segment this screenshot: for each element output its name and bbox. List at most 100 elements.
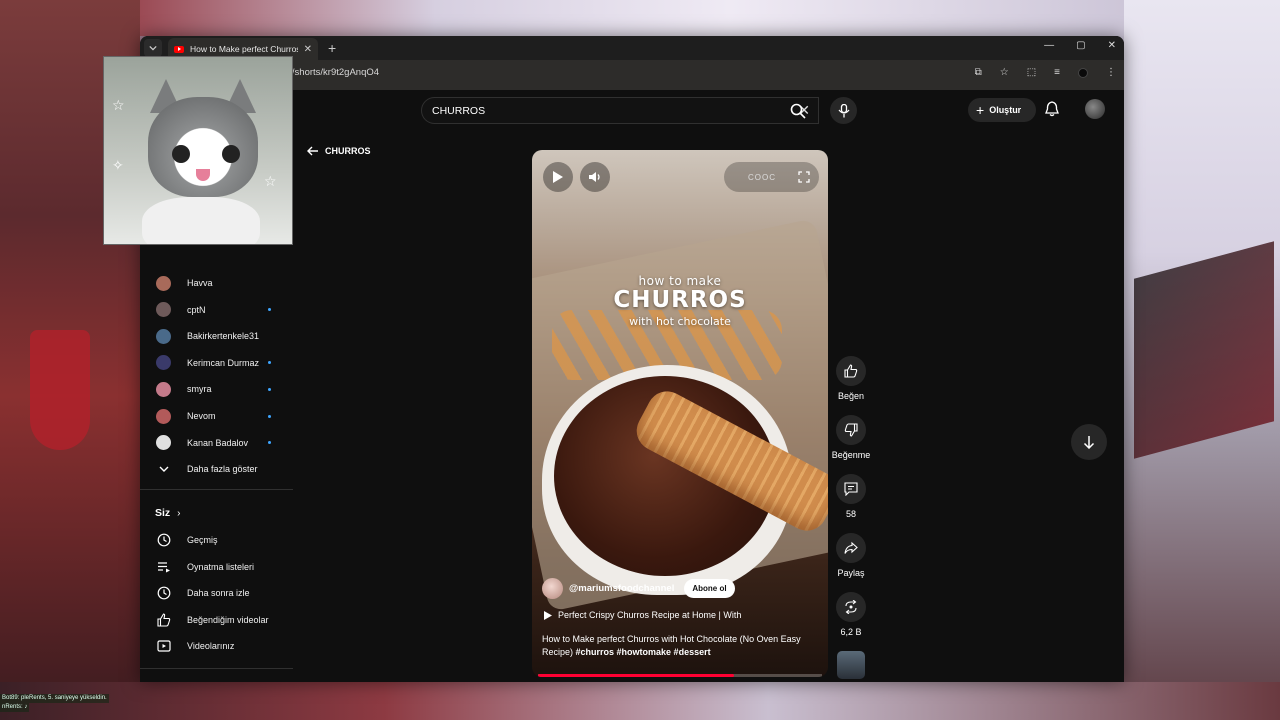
tab-search-button[interactable] bbox=[144, 39, 162, 57]
dislike-button[interactable] bbox=[836, 415, 866, 445]
desktop-wallpaper-bottom bbox=[0, 682, 1280, 720]
fullscreen-icon[interactable] bbox=[798, 171, 810, 183]
create-label: Oluştur bbox=[989, 105, 1022, 115]
sidebar-divider bbox=[140, 668, 293, 669]
sound-thumbnail[interactable] bbox=[828, 651, 874, 679]
arrow-left-icon bbox=[307, 146, 318, 156]
voice-search-button[interactable] bbox=[830, 97, 857, 124]
progress-bar[interactable] bbox=[538, 674, 734, 677]
comments-count: 58 bbox=[845, 509, 856, 519]
cat-body bbox=[142, 197, 260, 244]
close-tab-icon[interactable]: ✕ bbox=[304, 44, 312, 55]
thumbs-down-icon bbox=[844, 423, 858, 437]
new-content-dot bbox=[268, 308, 271, 312]
channel-name[interactable]: @mariumsfoodchannel bbox=[569, 583, 674, 594]
search-input[interactable]: CHURROS ✕ bbox=[421, 97, 819, 124]
volume-button[interactable] bbox=[580, 162, 610, 192]
minimize-button[interactable]: — bbox=[1044, 40, 1054, 51]
stream-chat: Bot89: pleRents, 5. saniyeye yükseldin. … bbox=[0, 694, 140, 712]
dislike-label: Beğenme bbox=[831, 450, 871, 460]
star-doodle-icon: ☆ bbox=[264, 173, 277, 189]
sidebar-item-your-videos[interactable]: Videolarınız bbox=[140, 633, 293, 659]
desktop-wallpaper-top bbox=[140, 0, 1124, 36]
video-hashtags[interactable]: #churros #howtomake #dessert bbox=[576, 647, 711, 657]
remix-action[interactable]: 6,2 B bbox=[828, 592, 874, 637]
sidebar-item-playlists[interactable]: Oynatma listeleri bbox=[140, 554, 293, 580]
liked-videos-icon bbox=[157, 613, 171, 627]
subscription-label: Kanan Badalov bbox=[187, 437, 249, 448]
sidebar-item-liked-videos[interactable]: Beğendiğim videolar bbox=[140, 607, 293, 633]
cat-eye-left bbox=[172, 145, 190, 163]
channel-row: @mariumsfoodchannel Abone ol bbox=[542, 578, 735, 599]
dislike-action[interactable]: Beğenme bbox=[828, 415, 874, 460]
webcam-overlay: ☆ ☆ ✧ bbox=[103, 56, 293, 245]
watch-later-icon bbox=[157, 586, 171, 600]
share-button[interactable] bbox=[836, 533, 866, 563]
notifications-button[interactable] bbox=[1045, 101, 1059, 122]
menu-icon[interactable]: ⋮ bbox=[1106, 67, 1116, 78]
channel-avatar bbox=[156, 275, 171, 291]
history-icon bbox=[157, 533, 171, 547]
section-heading-you[interactable]: Siz › bbox=[155, 507, 180, 519]
chat-line: nRents: ♪ bbox=[0, 703, 30, 712]
like-button[interactable] bbox=[836, 356, 866, 386]
remix-button[interactable] bbox=[836, 592, 866, 622]
address-bar[interactable]: m/shorts/kr9t2gAnqO4 bbox=[284, 67, 379, 78]
comments-action[interactable]: 58 bbox=[828, 474, 874, 519]
chat-line: Bot89: pleRents, 5. saniyeye yükseldin. bbox=[0, 694, 109, 703]
new-content-dot bbox=[268, 387, 271, 391]
create-button[interactable]: + Oluştur bbox=[968, 98, 1036, 122]
subscribe-button[interactable]: Abone ol bbox=[684, 579, 735, 598]
sound-thumbnail-image[interactable] bbox=[837, 651, 865, 679]
search-button[interactable] bbox=[780, 97, 816, 124]
video-overlay-title: CHURROS bbox=[613, 287, 747, 313]
playlist-link[interactable]: Perfect Crispy Churros Recipe at Home | … bbox=[544, 610, 741, 620]
cat-head bbox=[148, 97, 258, 197]
chevron-down-icon bbox=[149, 45, 157, 51]
like-label: Beğen bbox=[837, 391, 865, 401]
toolbar-icons: ⧉ ☆ ⬚ ≡ ⋮ bbox=[975, 67, 1116, 78]
sidebar-subscription-kerimcan-durmaz[interactable]: Kerimcan Durmaz bbox=[140, 350, 293, 376]
play-button[interactable] bbox=[543, 162, 573, 192]
profile-icon[interactable] bbox=[1078, 67, 1088, 78]
sidebar-subscription-bakirkertenkele31[interactable]: Bakirkertenkele31 bbox=[140, 323, 293, 349]
shorts-player[interactable]: how to make CHURROS with hot chocolate C… bbox=[532, 150, 828, 677]
maximize-button[interactable]: ▢ bbox=[1076, 40, 1085, 51]
new-tab-button[interactable]: + bbox=[328, 40, 336, 56]
like-action[interactable]: Beğen bbox=[828, 356, 874, 401]
extensions-icon[interactable]: ⬚ bbox=[1027, 67, 1036, 78]
show-more-button[interactable]: Daha fazla göster bbox=[140, 456, 293, 482]
sidebar-subscription-cptn[interactable]: cptN bbox=[140, 297, 293, 323]
show-more-label: Daha fazla göster bbox=[187, 464, 258, 475]
account-avatar[interactable] bbox=[1085, 99, 1105, 119]
sidebar-subscription-nevom[interactable]: Nevom bbox=[140, 403, 293, 429]
channel-avatar bbox=[156, 328, 171, 344]
thumbs-up-icon bbox=[844, 364, 858, 378]
channel-watermark: COOC bbox=[748, 172, 776, 182]
next-short-button[interactable] bbox=[1071, 424, 1107, 460]
player-top-right-controls: COOC bbox=[724, 162, 819, 192]
media-controls-icon[interactable]: ≡ bbox=[1054, 67, 1060, 78]
search-query: CHURROS bbox=[432, 104, 486, 117]
sidebar-subscription-havva[interactable]: Havva bbox=[140, 270, 293, 296]
star-doodle-icon: ☆ bbox=[112, 97, 125, 113]
star-doodle-icon: ✧ bbox=[112, 157, 124, 173]
bookmark-star-icon[interactable]: ☆ bbox=[1000, 67, 1009, 78]
channel-avatar[interactable] bbox=[542, 578, 563, 599]
chevron-right-icon: › bbox=[177, 508, 181, 519]
share-icon bbox=[844, 541, 858, 554]
comments-button[interactable] bbox=[836, 474, 866, 504]
sidebar-subscription-smyra[interactable]: smyra bbox=[140, 376, 293, 402]
subscription-label: smyra bbox=[187, 384, 212, 395]
remix-count: 6,2 B bbox=[840, 627, 862, 637]
video-overlay-line1: how to make bbox=[638, 274, 722, 288]
install-app-icon[interactable]: ⧉ bbox=[975, 67, 982, 78]
new-content-dot bbox=[268, 361, 271, 365]
close-window-button[interactable]: ✕ bbox=[1108, 40, 1116, 51]
sidebar-item-watch-later[interactable]: Daha sonra izle bbox=[140, 580, 293, 606]
video-description[interactable]: How to Make perfect Churros with Hot Cho… bbox=[542, 633, 822, 659]
share-action[interactable]: Paylaş bbox=[828, 533, 874, 578]
back-to-search-link[interactable]: CHURROS bbox=[307, 146, 371, 156]
sidebar-subscription-kanan-badalov[interactable]: Kanan Badalov bbox=[140, 430, 293, 456]
sidebar-item-history[interactable]: Geçmiş bbox=[140, 527, 293, 553]
